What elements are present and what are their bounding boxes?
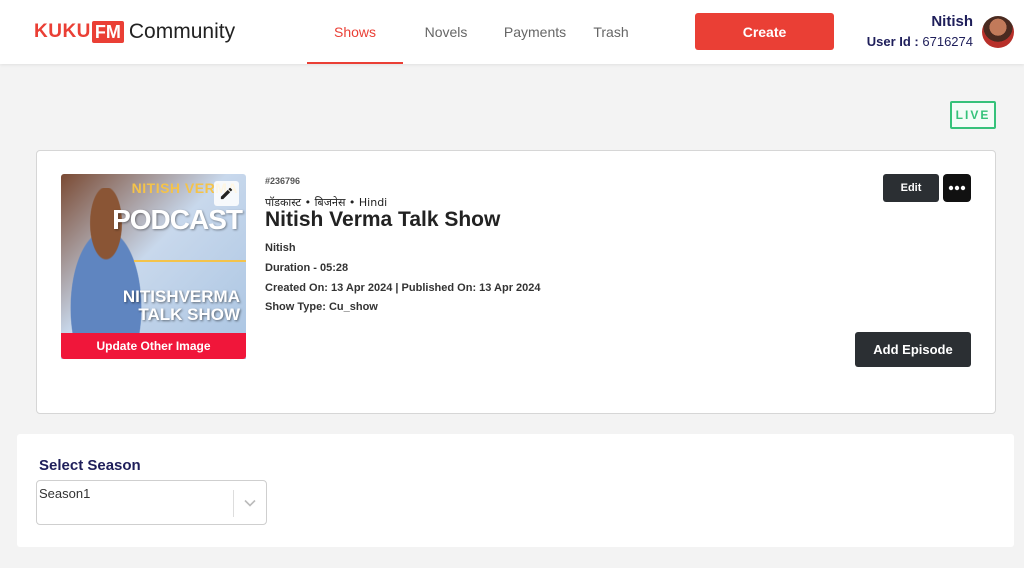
logo-community-text: Community: [128, 20, 236, 43]
pencil-icon[interactable]: [214, 181, 239, 206]
select-separator: [233, 490, 234, 517]
create-button[interactable]: Create: [695, 13, 834, 50]
user-info: Nitish User Id : 6716274: [867, 13, 973, 51]
cover-divider: [134, 260, 246, 262]
live-status-badge: LIVE: [950, 101, 996, 129]
main-nav: Shows Novels Payments Trash: [300, 0, 641, 64]
season-panel: Select Season Season1: [17, 434, 1014, 547]
kukufm-community-logo[interactable]: KUKU FM Community: [34, 18, 235, 46]
user-name: Nitish: [931, 13, 973, 30]
cover-text-bottom: NITISHVERMA TALK SHOW: [123, 288, 240, 324]
update-other-image-button[interactable]: Update Other Image: [61, 333, 246, 359]
show-card: NITISH VERMA PODCAST NITISHVERMA TALK SH…: [36, 150, 996, 414]
season-select[interactable]: Season1: [36, 480, 267, 525]
tab-shows[interactable]: Shows: [307, 0, 403, 64]
show-duration: Duration - 05:28: [265, 262, 349, 274]
chevron-down-icon[interactable]: [242, 495, 258, 511]
logo-kuku-text: KUKU: [34, 21, 91, 42]
tab-trash[interactable]: Trash: [581, 0, 641, 64]
tab-payments[interactable]: Payments: [489, 0, 581, 64]
cover-text-line2: PODCAST: [112, 204, 243, 235]
select-season-label: Select Season: [39, 457, 141, 474]
season-selected-value: Season1: [39, 486, 91, 501]
user-id-value: 6716274: [922, 34, 973, 49]
edit-show-button[interactable]: Edit: [883, 174, 939, 202]
show-type: Show Type: Cu_show: [265, 301, 378, 313]
show-dates: Created On: 13 Apr 2024 | Published On: …: [265, 282, 541, 294]
more-dots-icon[interactable]: [943, 174, 971, 202]
show-id: #236796: [265, 176, 301, 186]
tab-novels[interactable]: Novels: [403, 0, 489, 64]
top-header: KUKU FM Community Shows Novels Payments …: [0, 0, 1024, 64]
cover-text-line4: TALK SHOW: [138, 305, 240, 324]
user-id: User Id : 6716274: [867, 33, 973, 51]
avatar[interactable]: [982, 16, 1014, 48]
cover-text-line3: NITISHVERMA: [122, 287, 240, 306]
show-author: Nitish: [265, 242, 296, 254]
logo-fm-text: FM: [91, 21, 124, 43]
show-title: Nitish Verma Talk Show: [265, 208, 501, 231]
add-episode-button[interactable]: Add Episode: [855, 332, 971, 367]
user-id-label: User Id :: [866, 34, 919, 49]
